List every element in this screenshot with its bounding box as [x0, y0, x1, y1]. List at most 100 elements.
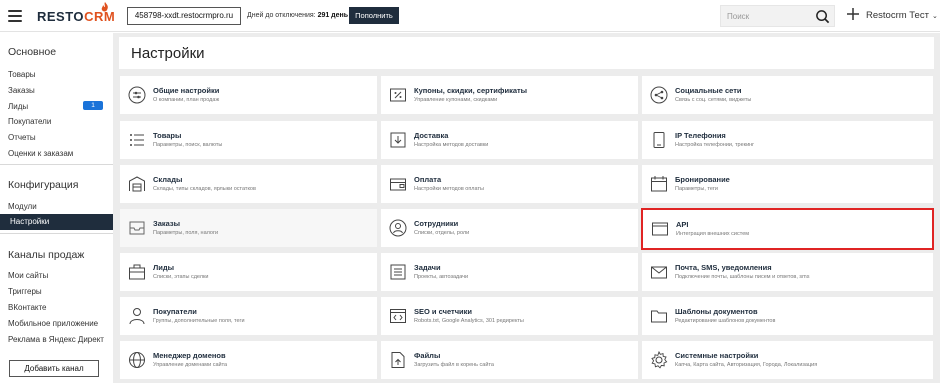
sidebar-item-reports[interactable]: Отчеты	[8, 133, 36, 142]
card-description: Списки, этапы сделки	[153, 274, 209, 280]
settings-card-booking[interactable]: Бронирование Параметры, теги	[642, 165, 933, 203]
card-description: Параметры, поиск, валюты	[153, 142, 223, 148]
card-description: Загрузить файл в корень сайта	[414, 362, 494, 368]
warehouse-icon	[129, 176, 145, 192]
plus-icon[interactable]	[846, 7, 860, 21]
sidebar-section-title: Конфигурация	[8, 179, 79, 191]
settings-card-coupons[interactable]: Купоны, скидки, сертификаты Управление к…	[381, 76, 638, 114]
card-description: Капча, Карта сайта, Авторизация, Города,…	[675, 362, 818, 368]
settings-card-tasks[interactable]: Задачи Проекты, автозадачи	[381, 253, 638, 291]
sidebar-item-products[interactable]: Товары	[8, 70, 36, 79]
settings-card-api[interactable]: API Интеграция внешних систем	[641, 208, 934, 250]
task-list-icon	[390, 264, 406, 280]
settings-card-social[interactable]: Социальные сети Связь с соц. сетями, вид…	[642, 76, 933, 114]
wallet-icon	[390, 178, 406, 191]
api-window-icon	[652, 222, 668, 236]
tray-icon	[129, 221, 145, 235]
card-description: Группы, дополнительные поля, теги	[153, 318, 245, 324]
envelope-icon	[651, 266, 667, 279]
card-title: Системные настройки	[675, 351, 759, 360]
card-description: Управление доменами сайта	[153, 362, 228, 368]
sidebar-section-title: Каналы продаж	[8, 249, 85, 261]
sliders-icon	[128, 86, 146, 104]
calendar-icon	[651, 176, 667, 192]
sidebar-item-customers[interactable]: Покупатели	[8, 117, 51, 126]
card-description: Настройки методов оплаты	[414, 186, 484, 192]
phone-icon	[653, 132, 665, 148]
sidebar-item-settings[interactable]: Настройки	[0, 214, 113, 230]
settings-card-warehouses[interactable]: Склады Склады, типы складов, ярлыки оста…	[120, 165, 377, 203]
sidebar: Основное Товары Заказы Лиды 1 Покупатели…	[0, 33, 113, 383]
share-icon	[650, 86, 668, 104]
card-description: Параметры, теги	[675, 186, 718, 192]
card-description: Проекты, автозадачи	[414, 274, 469, 280]
gear-icon	[651, 351, 668, 369]
settings-card-customers[interactable]: Покупатели Группы, дополнительные поля, …	[120, 297, 377, 335]
sidebar-item-yandex-direct[interactable]: Реклама в Яндекс Директ	[8, 335, 104, 344]
card-description: Настройка телефонии, трекинг	[675, 142, 755, 148]
settings-card-payment[interactable]: Оплата Настройки методов оплаты	[381, 165, 638, 203]
card-title: Сотрудники	[414, 219, 459, 228]
settings-card-general[interactable]: Общие настройки О компании, план продаж	[120, 76, 377, 114]
card-description: Подключение почты, шаблоны писем и ответ…	[675, 274, 810, 280]
card-description: Интеграция внешних систем	[676, 231, 750, 237]
sidebar-item-modules[interactable]: Модули	[8, 202, 37, 211]
card-title: IP Телефония	[675, 131, 726, 140]
card-title: Бронирование	[675, 175, 730, 184]
topup-button[interactable]: Пополнить	[349, 7, 399, 24]
sidebar-item-mobile-app[interactable]: Мобильное приложение	[8, 319, 98, 328]
settings-card-ip-telephony[interactable]: IP Телефония Настройка телефонии, трекин…	[642, 121, 933, 159]
card-description: Списки, отделы, роли	[414, 230, 470, 236]
card-title: API	[676, 220, 689, 229]
card-title: Общие настройки	[153, 86, 220, 95]
card-title: Менеджер доменов	[153, 351, 226, 360]
folder-icon	[651, 310, 667, 323]
settings-card-system[interactable]: Системные настройки Капча, Карта сайта, …	[642, 341, 933, 379]
settings-card-files[interactable]: Файлы Загрузить файл в корень сайта	[381, 341, 638, 379]
search-icon[interactable]	[815, 9, 830, 24]
card-description: Склады, типы складов, ярлыки остатков	[153, 186, 256, 192]
delivery-box-icon	[390, 132, 406, 148]
settings-card-domain-manager[interactable]: Менеджер доменов Управление доменами сай…	[120, 341, 377, 379]
main-content: Настройки Общие настройки О компании, пл…	[113, 33, 940, 383]
days-until-disconnect: Дней до отключения: 291 день	[247, 12, 349, 19]
card-title: Покупатели	[153, 307, 197, 316]
settings-card-products[interactable]: Товары Параметры, поиск, валюты	[120, 121, 377, 159]
account-domain[interactable]: 458798-xxdt.restocrmpro.ru	[127, 7, 241, 25]
settings-card-mail-sms[interactable]: Почта, SMS, уведомления Подключение почт…	[642, 253, 933, 291]
card-title: Социальные сети	[675, 86, 742, 95]
card-title: Заказы	[153, 219, 181, 228]
settings-card-doc-templates[interactable]: Шаблоны документов Редактирование шаблон…	[642, 297, 933, 335]
card-description: Robots.txt, Google Analytics, 301 редире…	[414, 318, 524, 324]
settings-card-seo[interactable]: SEO и счетчики Robots.txt, Google Analyt…	[381, 297, 638, 335]
sidebar-item-vkontakte[interactable]: ВКонтакте	[8, 303, 47, 312]
settings-card-delivery[interactable]: Доставка Настройка методов доставки	[381, 121, 638, 159]
chevron-down-icon: ⌄	[931, 13, 938, 20]
card-title: Почта, SMS, уведомления	[675, 263, 772, 272]
logo-flame-icon	[101, 2, 108, 12]
person-icon	[129, 308, 145, 325]
sidebar-divider	[0, 164, 113, 165]
user-menu[interactable]: Restocrm Тест ⌄	[866, 10, 938, 21]
card-description: Параметры, поля, налоги	[153, 230, 219, 236]
code-window-icon	[390, 309, 406, 323]
hamburger-menu-icon[interactable]	[8, 10, 22, 22]
search-input[interactable]	[721, 11, 811, 21]
settings-card-orders[interactable]: Заказы Параметры, поля, налоги	[120, 209, 377, 247]
briefcase-icon	[129, 264, 145, 280]
sidebar-item-my-sites[interactable]: Мои сайты	[8, 271, 48, 280]
sidebar-item-order-ratings[interactable]: Оценки к заказам	[8, 149, 73, 158]
sidebar-item-leads[interactable]: Лиды	[8, 102, 28, 111]
settings-card-leads[interactable]: Лиды Списки, этапы сделки	[120, 253, 377, 291]
leads-count-badge: 1	[83, 101, 103, 110]
card-title: Оплата	[414, 175, 442, 184]
settings-card-employees[interactable]: Сотрудники Списки, отделы, роли	[381, 209, 638, 247]
card-description: О компании, план продаж	[153, 97, 220, 103]
top-bar: RESTOCRM 458798-xxdt.restocrmpro.ru Дней…	[0, 0, 940, 32]
card-title: Доставка	[414, 131, 449, 140]
card-title: Товары	[153, 131, 182, 140]
sidebar-item-triggers[interactable]: Триггеры	[8, 287, 42, 296]
sidebar-item-orders[interactable]: Заказы	[8, 86, 35, 95]
user-circle-icon	[389, 219, 407, 237]
add-channel-button[interactable]: Добавить канал	[9, 360, 99, 377]
